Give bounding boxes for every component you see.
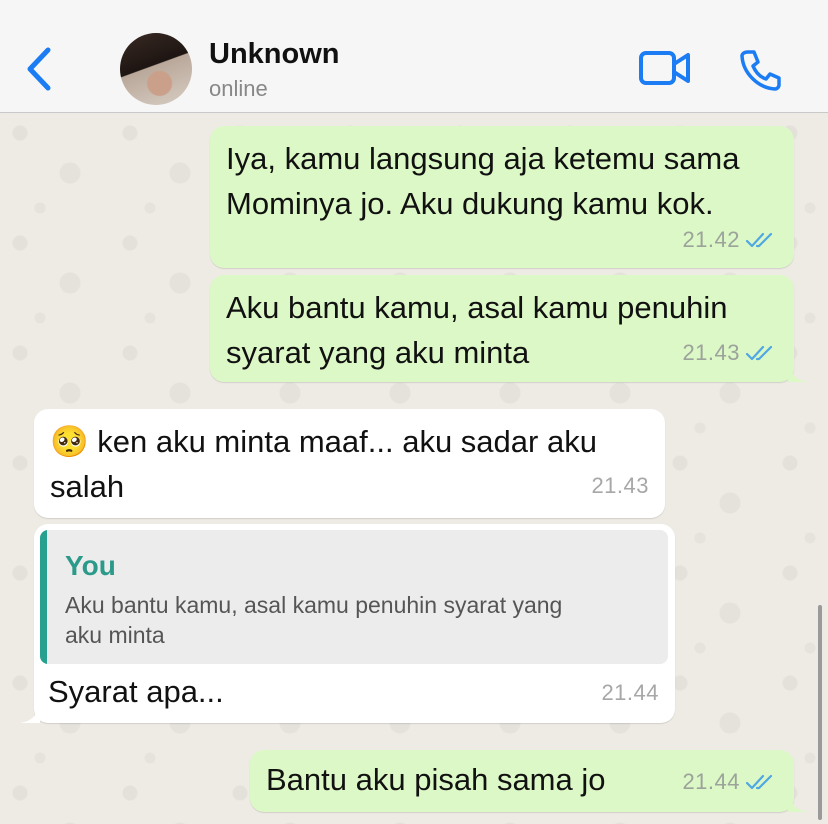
message-line: salah xyxy=(50,469,125,504)
message-text: Syarat apa... xyxy=(48,674,224,709)
avatar[interactable] xyxy=(120,33,192,105)
message-text: Bantu aku pisah sama jo xyxy=(266,762,606,797)
message-time: 21.44 xyxy=(601,680,659,705)
quote-text: Aku bantu kamu, asal kamu penuhin syarat… xyxy=(65,590,660,650)
quote-line: aku minta xyxy=(65,622,165,648)
quote-accent-bar xyxy=(40,530,47,664)
double-check-icon xyxy=(746,774,773,789)
bubble-tail xyxy=(788,792,808,812)
phone-icon[interactable] xyxy=(738,48,782,92)
message-time: 21.44 xyxy=(682,769,740,794)
message-meta: 21.44 xyxy=(601,670,659,715)
message-meta: 21.42 xyxy=(682,217,776,262)
bubble-tail xyxy=(20,703,40,723)
video-camera-icon[interactable] xyxy=(638,50,692,86)
message-text: Iya, kamu langsung aja ketemu sama Momin… xyxy=(226,136,740,226)
contact-name[interactable]: Unknown xyxy=(209,38,340,71)
double-check-icon xyxy=(746,345,773,360)
outgoing-message[interactable]: Bantu aku pisah sama jo 21.44 xyxy=(250,750,808,812)
chevron-left-icon[interactable] xyxy=(20,44,60,94)
message-time: 21.43 xyxy=(591,473,649,498)
scrollbar[interactable] xyxy=(818,605,822,820)
message-meta: 21.43 xyxy=(682,330,776,375)
quote-author: You xyxy=(65,550,116,581)
message-line: Iya, kamu langsung aja ketemu sama xyxy=(226,141,740,176)
chat-header: Unknown online xyxy=(0,0,828,113)
message-meta: 21.43 xyxy=(591,463,649,508)
message-time: 21.43 xyxy=(682,340,740,365)
message-line: Aku bantu kamu, asal kamu penuhin xyxy=(226,290,728,325)
double-check-icon xyxy=(746,232,773,247)
incoming-message[interactable]: 🥺 ken aku minta maaf... aku sadar aku sa… xyxy=(34,409,665,518)
message-line: Mominya jo. Aku dukung kamu kok. xyxy=(226,186,714,221)
outgoing-message[interactable]: Iya, kamu langsung aja ketemu sama Momin… xyxy=(210,126,794,268)
message-text: 🥺 ken aku minta maaf... aku sadar aku sa… xyxy=(50,419,597,509)
message-text: Aku bantu kamu, asal kamu penuhin syarat… xyxy=(226,285,727,375)
outgoing-message[interactable]: Aku bantu kamu, asal kamu penuhin syarat… xyxy=(210,275,808,382)
message-time: 21.42 xyxy=(682,227,740,252)
bubble-tail xyxy=(788,362,808,382)
quote-line: Aku bantu kamu, asal kamu penuhin syarat… xyxy=(65,592,563,618)
message-meta: 21.44 xyxy=(682,759,776,804)
message-line: syarat yang aku minta xyxy=(226,335,530,370)
message-line: ken aku minta maaf... aku sadar aku xyxy=(97,424,597,459)
pleading-face-emoji: 🥺 xyxy=(50,424,89,459)
quoted-message[interactable]: You Aku bantu kamu, asal kamu penuhin sy… xyxy=(40,530,668,664)
contact-status: online xyxy=(209,76,268,101)
incoming-message[interactable]: You Aku bantu kamu, asal kamu penuhin sy… xyxy=(20,524,675,723)
